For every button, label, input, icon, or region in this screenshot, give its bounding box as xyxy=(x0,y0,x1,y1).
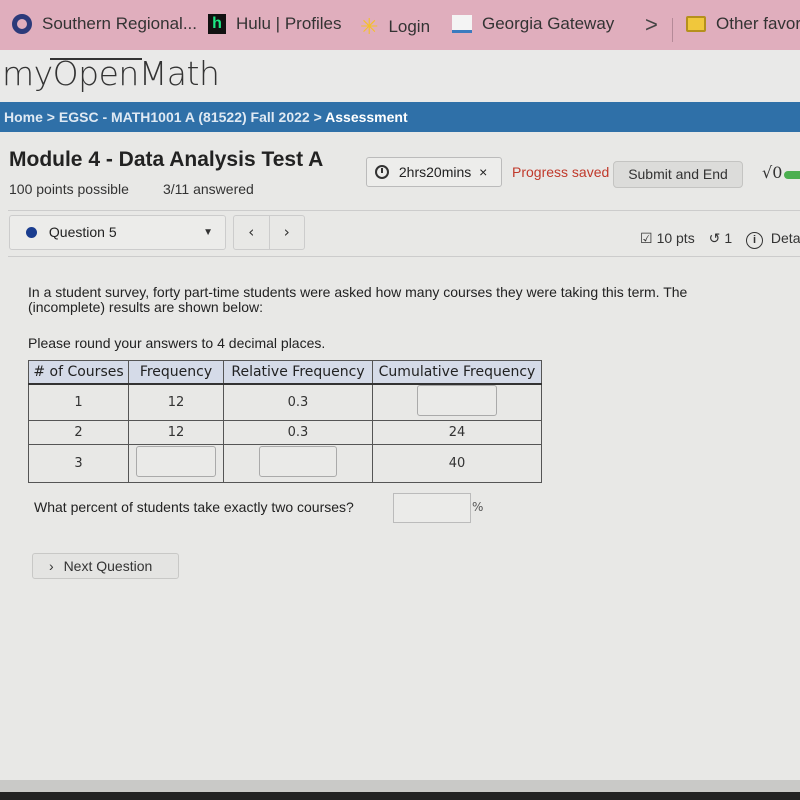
bookmark-southern-regional[interactable]: Southern Regional... xyxy=(12,14,197,34)
table-row: 2 12 0.3 24 xyxy=(28,420,542,445)
frequency-input-row3[interactable] xyxy=(136,446,216,477)
question-status-dot xyxy=(26,227,37,238)
percent-input[interactable] xyxy=(393,493,471,523)
breadcrumb-course[interactable]: EGSC - MATH1001 A (81522) Fall 2022 xyxy=(59,109,310,125)
retry-icon: ↺ xyxy=(708,230,721,246)
clock-icon xyxy=(375,165,389,179)
math-entry-toggle[interactable] xyxy=(784,171,800,179)
bookmarks-bar: Southern Regional... h Hulu | Profiles ✳… xyxy=(0,0,800,50)
bookmark-georgia-gateway[interactable]: Georgia Gateway xyxy=(452,14,614,34)
ring-logo-icon xyxy=(12,14,32,34)
divider xyxy=(8,210,800,211)
answered-count: 3/11 answered xyxy=(163,181,254,197)
table-header-row: # of Courses Frequency Relative Frequenc… xyxy=(28,360,542,385)
question-pager: ‹ › xyxy=(233,215,305,250)
previous-question-button[interactable]: ‹ xyxy=(234,216,270,249)
breadcrumb: Home > EGSC - MATH1001 A (81522) Fall 20… xyxy=(0,102,800,132)
frequency-table: # of Courses Frequency Relative Frequenc… xyxy=(28,360,542,483)
folder-icon xyxy=(686,16,706,32)
table-row: 1 12 0.3 xyxy=(28,383,542,421)
header-courses: # of Courses xyxy=(28,360,129,385)
divider xyxy=(8,256,800,257)
bookmarks-divider xyxy=(672,18,673,42)
hulu-icon: h xyxy=(208,14,226,34)
walmart-spark-icon: ✳ xyxy=(360,14,379,39)
breadcrumb-home[interactable]: Home xyxy=(4,109,43,125)
question-text: In a student survey, forty part-time stu… xyxy=(28,284,688,315)
header-relative-frequency: Relative Frequency xyxy=(223,360,373,385)
progress-status: Progress saved xyxy=(512,164,610,180)
logo-overline xyxy=(50,58,142,60)
question-meta: ☑ 10 pts ↺ 1 i Deta xyxy=(640,230,800,249)
bookmarks-overflow-chevron[interactable]: > xyxy=(645,12,658,38)
bookmark-other-favorites[interactable]: Other favori xyxy=(686,14,800,34)
table-row: 3 40 xyxy=(28,444,542,483)
info-icon[interactable]: i xyxy=(746,232,764,249)
chevron-right-icon: › xyxy=(49,558,54,574)
rounding-instruction: Please round your answers to 4 decimal p… xyxy=(28,335,326,351)
next-question-arrow-button[interactable]: › xyxy=(270,216,305,249)
cumulative-frequency-input-row1[interactable] xyxy=(417,384,497,416)
points-possible: 100 points possible xyxy=(9,181,129,197)
retries-count: 1 xyxy=(724,230,733,246)
next-question-button[interactable]: › Next Question xyxy=(32,553,179,579)
submit-and-end-button[interactable]: Submit and End xyxy=(613,161,743,188)
details-link[interactable]: Deta xyxy=(771,230,800,246)
timer-value: 2hrs20mins xyxy=(398,164,472,180)
bookmark-login[interactable]: ✳ Login xyxy=(360,14,430,40)
bookmark-hulu[interactable]: h Hulu | Profiles xyxy=(208,14,342,34)
page-title: Module 4 - Data Analysis Test A xyxy=(9,148,324,171)
georgia-gateway-icon xyxy=(452,15,472,33)
question-points: 10 pts xyxy=(656,230,695,246)
checkbox-icon: ☑ xyxy=(640,230,653,246)
percent-question: What percent of students take exactly tw… xyxy=(34,499,354,515)
timer-close-button[interactable]: × xyxy=(479,164,487,180)
relative-frequency-input-row3[interactable] xyxy=(259,446,337,477)
math-entry-toggle-label: √0 xyxy=(762,163,783,182)
header-cumulative-frequency: Cumulative Frequency xyxy=(372,360,542,385)
timer: 2hrs20mins × xyxy=(366,157,502,187)
chevron-down-icon: ▼ xyxy=(203,227,213,238)
breadcrumb-current: Assessment xyxy=(325,109,408,125)
header-frequency: Frequency xyxy=(128,360,224,385)
screen-bezel xyxy=(0,792,800,800)
question-select[interactable]: Question 5 ▼ xyxy=(9,215,226,250)
percent-sign: % xyxy=(472,500,484,514)
